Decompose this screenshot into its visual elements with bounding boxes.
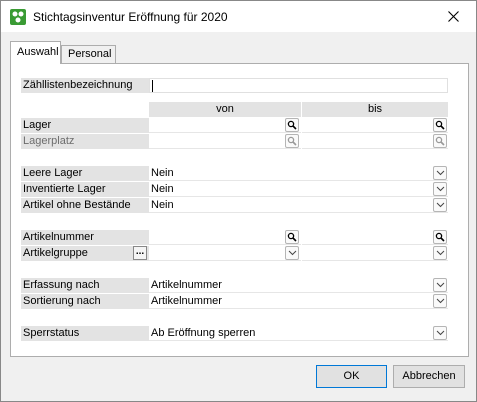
text-cursor — [152, 80, 153, 92]
lagerplatz-von-input[interactable] — [149, 134, 301, 149]
app-icon — [10, 9, 26, 25]
artikelnummer-label: Artikelnummer — [21, 230, 149, 245]
sperrstatus-select[interactable]: Ab Eröffnung sperren — [149, 326, 448, 341]
inventierte-lager-dropdown-button[interactable] — [433, 182, 447, 196]
close-icon — [447, 11, 459, 22]
artikelgruppe-von-dropdown-button[interactable] — [285, 246, 299, 260]
sperrstatus-label: Sperrstatus — [21, 326, 149, 341]
window-title: Stichtagsinventur Eröffnung für 2020 — [33, 10, 228, 24]
close-button[interactable] — [430, 1, 476, 32]
artikel-ohne-bestaende-dropdown-button[interactable] — [433, 198, 447, 212]
sortierung-nach-label: Sortierung nach — [21, 294, 149, 309]
leere-lager-dropdown-button[interactable] — [433, 166, 447, 180]
lagerplatz-bis-lookup-button[interactable] — [433, 134, 447, 148]
artikelnummer-bis-input[interactable] — [302, 230, 448, 245]
leere-lager-select[interactable]: Nein — [149, 166, 448, 181]
sortierung-nach-select[interactable]: Artikelnummer — [149, 294, 448, 309]
chevron-down-icon — [436, 282, 444, 288]
zaehllisten-label: Zähllistenbezeichnung — [21, 78, 149, 93]
erfassung-nach-dropdown-button[interactable] — [433, 278, 447, 292]
sperrstatus-dropdown-button[interactable] — [433, 326, 447, 340]
artikelnummer-von-lookup-button[interactable] — [285, 230, 299, 244]
zaehllisten-input[interactable] — [149, 78, 448, 93]
title-bar: Stichtagsinventur Eröffnung für 2020 — [1, 1, 476, 32]
chevron-down-icon — [288, 250, 296, 256]
magnifier-icon — [435, 120, 445, 130]
chevron-down-icon — [436, 186, 444, 192]
cancel-button[interactable]: Abbrechen — [393, 365, 465, 388]
ok-button[interactable]: OK — [316, 365, 387, 388]
magnifier-icon — [435, 232, 445, 242]
inventierte-lager-label: Inventierte Lager — [21, 182, 149, 197]
erfassung-nach-select[interactable]: Artikelnummer — [149, 278, 448, 293]
column-header-bis: bis — [302, 102, 448, 117]
artikelnummer-von-input[interactable] — [149, 230, 301, 245]
artikelgruppe-bis-select[interactable] — [302, 246, 448, 261]
artikelgruppe-bis-dropdown-button[interactable] — [433, 246, 447, 260]
magnifier-icon — [287, 136, 297, 146]
column-header-von: von — [149, 102, 301, 117]
lager-von-lookup-button[interactable] — [285, 118, 299, 132]
lager-bis-lookup-button[interactable] — [433, 118, 447, 132]
artikelgruppe-browse-button[interactable]: ... — [133, 246, 147, 260]
artikelgruppe-label: Artikelgruppe — [21, 246, 149, 261]
sortierung-nach-dropdown-button[interactable] — [433, 294, 447, 308]
tab-personal[interactable]: Personal — [61, 45, 116, 64]
chevron-down-icon — [436, 250, 444, 256]
chevron-down-icon — [436, 330, 444, 336]
lager-label: Lager — [21, 118, 149, 133]
artikelnummer-bis-lookup-button[interactable] — [433, 230, 447, 244]
chevron-down-icon — [436, 170, 444, 176]
magnifier-icon — [287, 120, 297, 130]
magnifier-icon — [287, 232, 297, 242]
dialog-window: Stichtagsinventur Eröffnung für 2020 Aus… — [0, 0, 477, 402]
artikel-ohne-bestaende-select[interactable]: Nein — [149, 198, 448, 213]
erfassung-nach-label: Erfassung nach — [21, 278, 149, 293]
lagerplatz-von-lookup-button[interactable] — [285, 134, 299, 148]
chevron-down-icon — [436, 298, 444, 304]
leere-lager-label: Leere Lager — [21, 166, 149, 181]
lagerplatz-label: Lagerplatz — [21, 134, 149, 149]
tab-auswahl[interactable]: Auswahl — [10, 41, 61, 64]
magnifier-icon — [435, 136, 445, 146]
artikelgruppe-von-select[interactable] — [149, 246, 301, 261]
lager-von-input[interactable] — [149, 118, 301, 133]
inventierte-lager-select[interactable]: Nein — [149, 182, 448, 197]
chevron-down-icon — [436, 202, 444, 208]
artikel-ohne-bestaende-label: Artikel ohne Bestände — [21, 198, 149, 213]
lagerplatz-bis-input[interactable] — [302, 134, 448, 149]
lager-bis-input[interactable] — [302, 118, 448, 133]
